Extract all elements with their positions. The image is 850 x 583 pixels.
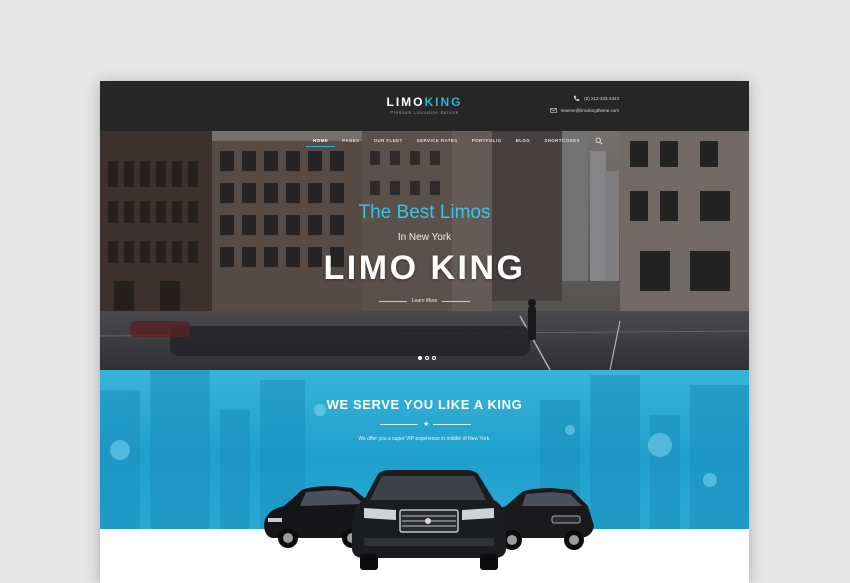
- learn-more-divider-left: [379, 301, 407, 302]
- nav-item-pages[interactable]: PAGES: [335, 136, 366, 147]
- nav-item-shortcodes[interactable]: SHORTCODES: [537, 136, 587, 147]
- section-divider-left: [380, 424, 418, 425]
- nav-item-service-rates[interactable]: SERVICE RATES: [410, 136, 465, 147]
- hero-brand-title: LIMO KING: [323, 249, 526, 287]
- learn-more-link[interactable]: Learn More: [410, 298, 439, 304]
- phone-number: (0) 212-333-4343: [584, 96, 619, 101]
- email-address: reserve@limokingtheme.com: [560, 108, 619, 113]
- nav-item-portfolio[interactable]: PORTFOLIO: [465, 136, 509, 147]
- logo-tagline: Premium Limousine Service: [390, 110, 459, 115]
- slider-dot[interactable]: [425, 356, 429, 360]
- hero-slider: HOME PAGES OUR FLEET SERVICE RATES PORTF…: [100, 131, 749, 370]
- search-icon[interactable]: [595, 137, 603, 145]
- phone-icon: [574, 95, 580, 102]
- website-frame: LIMOKING Premium Limousine Service (0) 2…: [100, 81, 749, 583]
- contact-phone[interactable]: (0) 212-333-4343: [573, 95, 619, 102]
- nav-item-blog[interactable]: BLOG: [509, 136, 538, 147]
- logo-king: KING: [424, 95, 463, 109]
- learn-more-divider-right: [442, 301, 470, 302]
- hero-heading: The Best Limos: [358, 202, 491, 223]
- section-subtitle: We offer you a super VIP experience in m…: [358, 436, 491, 442]
- fleet-cars-image: [264, 470, 594, 570]
- section-divider-right: [433, 424, 471, 425]
- slider-dot[interactable]: [432, 356, 436, 360]
- contact-email[interactable]: reserve@limokingtheme.com: [549, 107, 619, 114]
- section-title: WE SERVE YOU LIKE A KING: [326, 397, 523, 412]
- envelope-icon: [549, 108, 557, 113]
- nav-item-home[interactable]: HOME: [306, 136, 336, 147]
- main-nav: HOME PAGES OUR FLEET SERVICE RATES PORTF…: [100, 136, 749, 147]
- logo-limo: LIMO: [386, 95, 425, 109]
- slider-pagination: [418, 356, 436, 360]
- site-header: LIMOKING Premium Limousine Service (0) 2…: [100, 81, 749, 131]
- nav-item-our-fleet[interactable]: OUR FLEET: [367, 136, 410, 147]
- star-icon: ★: [423, 421, 430, 428]
- hero-subheading: In New York: [397, 232, 452, 243]
- suv-center: [352, 470, 506, 570]
- site-logo[interactable]: LIMOKING: [100, 95, 749, 109]
- slider-dot[interactable]: [418, 356, 422, 360]
